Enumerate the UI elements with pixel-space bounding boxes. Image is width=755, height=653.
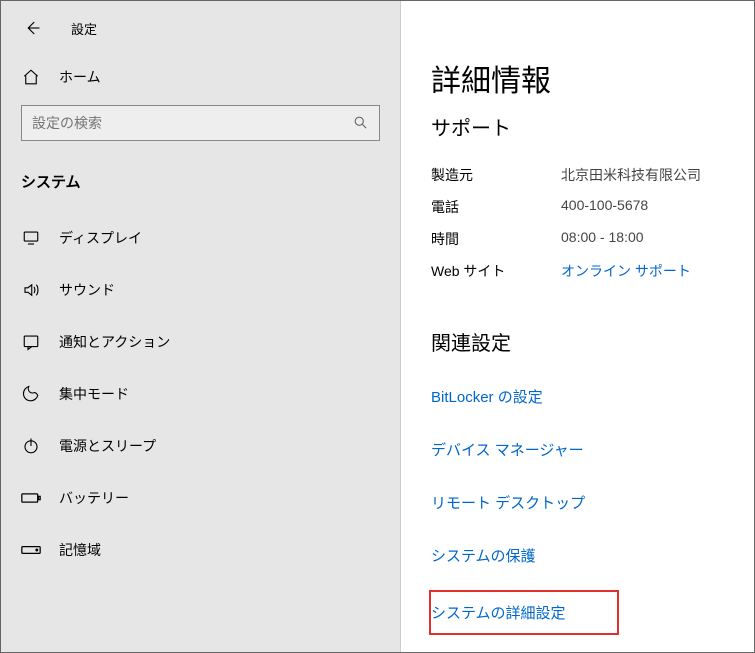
info-value: 400-100-5678 xyxy=(561,197,648,217)
link-device-manager[interactable]: デバイス マネージャー xyxy=(431,429,734,470)
info-value: 北京田米科技有限公司 xyxy=(561,165,701,185)
search-icon xyxy=(353,115,369,131)
link-advanced-system-settings[interactable]: システムの詳細設定 xyxy=(429,590,619,635)
search-input[interactable] xyxy=(32,115,353,131)
info-row-phone: 電話 400-100-5678 xyxy=(431,191,734,223)
notification-icon xyxy=(21,333,41,351)
moon-icon xyxy=(21,385,41,403)
sound-icon xyxy=(21,281,41,299)
support-info: 製造元 北京田米科技有限公司 電話 400-100-5678 時間 08:00 … xyxy=(431,159,734,287)
sidebar-item-label: 記憶域 xyxy=(59,540,101,560)
sidebar-item-home[interactable]: ホーム xyxy=(1,57,400,105)
sidebar-item-label: サウンド xyxy=(59,280,115,300)
display-icon xyxy=(21,229,41,247)
sidebar-item-label: 通知とアクション xyxy=(59,332,170,352)
power-icon xyxy=(21,437,41,455)
link-remote-desktop[interactable]: リモート デスクトップ xyxy=(431,482,734,523)
related-heading: 関連設定 xyxy=(431,327,734,356)
support-heading: サポート xyxy=(431,112,734,141)
link-bitlocker[interactable]: BitLocker の設定 xyxy=(431,376,734,417)
back-button[interactable] xyxy=(21,17,43,39)
sidebar-section-title: システム xyxy=(1,161,400,212)
sidebar-item-label: 電源とスリープ xyxy=(59,436,156,456)
header-title: 設定 xyxy=(71,19,97,38)
sidebar-item-power[interactable]: 電源とスリープ xyxy=(1,420,400,472)
sidebar-item-label: 集中モード xyxy=(59,384,129,404)
sidebar-item-notifications[interactable]: 通知とアクション xyxy=(1,316,400,368)
website-link[interactable]: オンライン サポート xyxy=(561,261,691,281)
search-box[interactable] xyxy=(21,105,380,141)
info-row-website: Web サイト オンライン サポート xyxy=(431,255,734,287)
sidebar-item-label: バッテリー xyxy=(59,488,129,508)
info-row-manufacturer: 製造元 北京田米科技有限公司 xyxy=(431,159,734,191)
info-row-hours: 時間 08:00 - 18:00 xyxy=(431,223,734,255)
home-icon xyxy=(21,68,41,86)
sidebar-item-display[interactable]: ディスプレイ xyxy=(1,212,400,264)
sidebar-item-sound[interactable]: サウンド xyxy=(1,264,400,316)
main-content: 詳細情報 サポート 製造元 北京田米科技有限公司 電話 400-100-5678… xyxy=(401,1,754,652)
sidebar-item-label: ディスプレイ xyxy=(59,228,142,248)
info-value: 08:00 - 18:00 xyxy=(561,229,644,249)
home-label: ホーム xyxy=(59,67,101,87)
battery-icon xyxy=(21,491,41,505)
storage-icon xyxy=(21,544,41,556)
related-settings: 関連設定 BitLocker の設定 デバイス マネージャー リモート デスクト… xyxy=(431,327,734,652)
info-label: 製造元 xyxy=(431,165,561,185)
link-rename-pc[interactable]: この PC の名前を変更 (詳細設定) xyxy=(431,649,734,652)
sidebar-item-storage[interactable]: 記憶域 xyxy=(1,524,400,576)
link-system-protection[interactable]: システムの保護 xyxy=(431,535,734,576)
sidebar-item-focus[interactable]: 集中モード xyxy=(1,368,400,420)
sidebar-item-battery[interactable]: バッテリー xyxy=(1,472,400,524)
page-title: 詳細情報 xyxy=(431,56,734,100)
sidebar: 設定 ホーム システム xyxy=(1,1,401,652)
info-label: 時間 xyxy=(431,229,561,249)
info-label: Web サイト xyxy=(431,261,561,281)
info-label: 電話 xyxy=(431,197,561,217)
